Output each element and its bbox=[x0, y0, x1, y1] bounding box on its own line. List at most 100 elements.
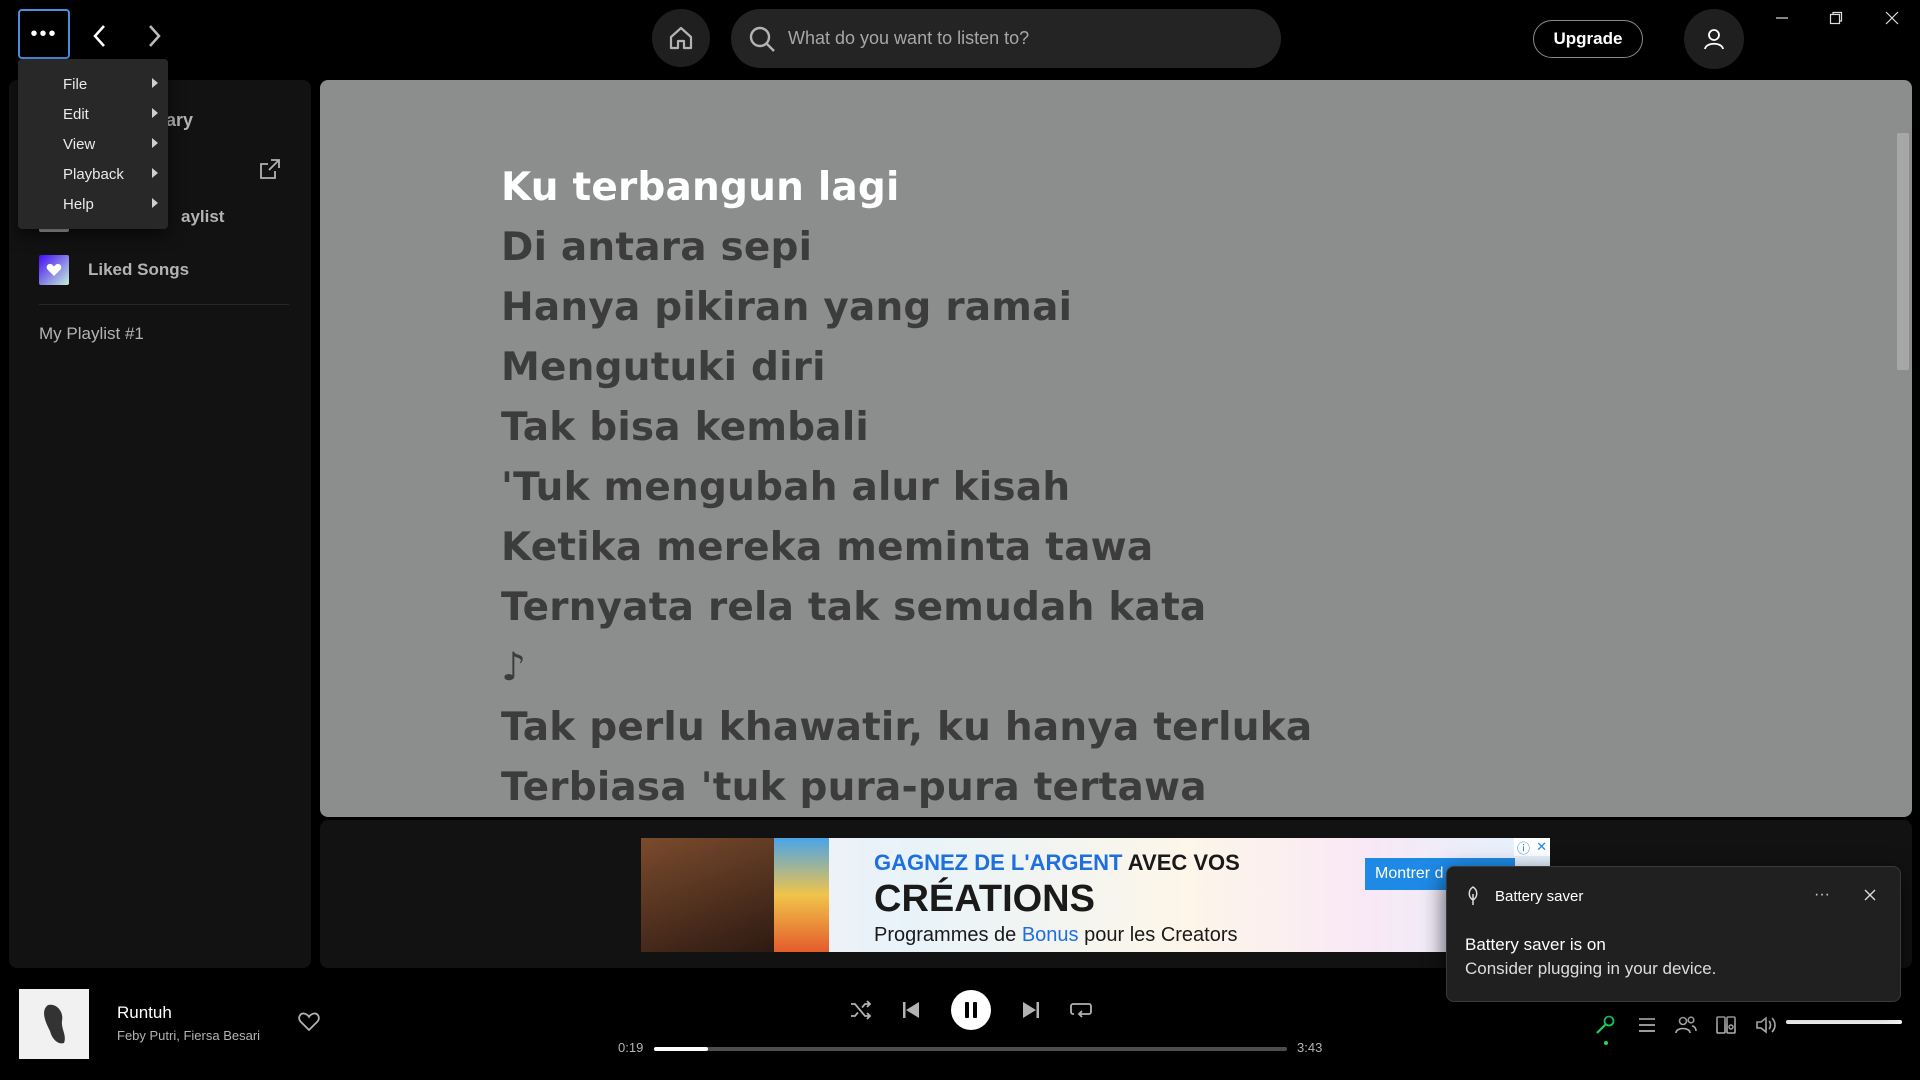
lyric-line[interactable]: Di antara sepi bbox=[501, 225, 812, 270]
ad-subtitle-highlight: Bonus bbox=[1021, 924, 1079, 946]
info-icon[interactable]: ⓘ bbox=[1517, 838, 1530, 857]
close-window-button[interactable] bbox=[1874, 6, 1910, 30]
lyrics-button[interactable] bbox=[1592, 1012, 1618, 1038]
volume-slider[interactable] bbox=[1786, 1020, 1902, 1024]
next-button[interactable] bbox=[1018, 997, 1044, 1023]
device-icon bbox=[1716, 1016, 1736, 1034]
people-icon bbox=[1675, 1016, 1697, 1034]
lyrics-scrollbar[interactable] bbox=[1897, 133, 1909, 370]
lyric-line[interactable]: Ku terbangun lagi bbox=[501, 165, 900, 210]
chevron-left-icon bbox=[93, 25, 105, 47]
heart-icon bbox=[39, 255, 69, 285]
search-bar[interactable] bbox=[731, 9, 1281, 68]
forward-button[interactable] bbox=[140, 22, 168, 50]
submenu-arrow-icon bbox=[152, 168, 158, 178]
battery-leaf-icon bbox=[1468, 886, 1478, 905]
shuffle-icon bbox=[851, 1000, 872, 1020]
lyrics-panel: Ku terbangun lagi Di antara sepi Hanya p… bbox=[320, 80, 1912, 817]
mute-button[interactable] bbox=[1753, 1012, 1779, 1038]
back-button[interactable] bbox=[86, 22, 114, 50]
active-indicator bbox=[1604, 1041, 1608, 1045]
menu-item-label: Edit bbox=[63, 105, 89, 123]
lyric-line[interactable]: Terbiasa 'tuk pura-pura tertawa bbox=[501, 765, 1207, 810]
duration-time: 3:43 bbox=[1297, 1040, 1323, 1055]
volume-icon bbox=[1756, 1016, 1776, 1034]
home-icon bbox=[669, 26, 693, 50]
sidebar-item-my-playlist-1[interactable]: My Playlist #1 bbox=[39, 324, 144, 344]
battery-saver-notification[interactable]: Battery saver ··· Battery saver is on Co… bbox=[1446, 866, 1901, 1002]
heart-outline-icon bbox=[298, 1012, 320, 1032]
advertisement-banner[interactable]: GAGNEZ DE L'ARGENT AVEC VOS CRÉATIONS Pr… bbox=[641, 838, 1550, 952]
ad-subtitle-a: Programmes de bbox=[874, 924, 1022, 946]
search-icon bbox=[746, 23, 778, 55]
lyric-line[interactable]: 'Tuk mengubah alur kisah bbox=[501, 465, 1070, 510]
close-icon bbox=[1885, 11, 1899, 25]
minimize-button[interactable] bbox=[1764, 6, 1800, 30]
create-playlist-label: aylist bbox=[181, 207, 225, 226]
queue-button[interactable] bbox=[1634, 1012, 1660, 1038]
menu-item-label: Playback bbox=[63, 165, 124, 183]
elapsed-time: 0:19 bbox=[618, 1040, 644, 1055]
close-icon[interactable]: ✕ bbox=[1536, 839, 1547, 855]
track-artist[interactable]: Feby Putri, Fiersa Besari bbox=[117, 1028, 260, 1043]
ad-subtitle-b: pour les Creators bbox=[1078, 924, 1238, 946]
like-button[interactable] bbox=[298, 1012, 322, 1036]
friend-activity-button[interactable] bbox=[1673, 1012, 1699, 1038]
liked-songs-label: Liked Songs bbox=[88, 260, 190, 279]
lyric-line[interactable]: Ternyata rela tak semudah kata bbox=[501, 585, 1206, 630]
album-art-icon bbox=[44, 1004, 65, 1044]
sidebar-divider bbox=[39, 304, 289, 305]
upgrade-button[interactable]: Upgrade bbox=[1533, 20, 1643, 58]
user-icon bbox=[1704, 29, 1724, 50]
ad-image-illustration bbox=[774, 838, 829, 952]
progress-bar[interactable] bbox=[654, 1047, 1287, 1051]
ad-title: CRÉATIONS bbox=[874, 878, 1095, 920]
previous-button[interactable] bbox=[898, 997, 924, 1023]
pause-button[interactable] bbox=[951, 990, 991, 1030]
ad-subtitle: Programmes de Bonus pour les Creators bbox=[874, 924, 1238, 947]
connect-device-button[interactable] bbox=[1713, 1012, 1739, 1038]
album-cover[interactable] bbox=[19, 989, 89, 1059]
lyric-line[interactable]: Hanya pikiran yang ramai bbox=[501, 285, 1072, 330]
restore-icon bbox=[1829, 11, 1843, 25]
notification-body: Consider plugging in your device. bbox=[1465, 959, 1717, 978]
menu-item-help[interactable]: Help bbox=[18, 189, 168, 219]
ad-choices[interactable]: ⓘ ✕ bbox=[1514, 838, 1550, 856]
menu-item-view[interactable]: View bbox=[18, 129, 168, 159]
open-external-button[interactable] bbox=[259, 158, 283, 182]
top-bar: ••• Upgrade bbox=[0, 0, 1920, 78]
menu-item-label: View bbox=[63, 135, 96, 153]
profile-button[interactable] bbox=[1684, 9, 1744, 69]
chevron-right-icon bbox=[149, 25, 161, 47]
external-link-icon bbox=[260, 159, 280, 179]
main-menu-button[interactable]: ••• bbox=[18, 9, 70, 59]
library-label[interactable]: ary bbox=[166, 110, 193, 131]
lyric-line[interactable]: Mengutuki diri bbox=[501, 345, 826, 390]
volume-fill bbox=[1786, 1020, 1902, 1024]
repeat-icon bbox=[1070, 1003, 1092, 1018]
lyric-line[interactable]: Tak perlu khawatir, ku hanya terluka bbox=[501, 705, 1312, 750]
search-input[interactable] bbox=[788, 28, 1248, 49]
notification-more-button[interactable]: ··· bbox=[1807, 883, 1837, 907]
restore-button[interactable] bbox=[1818, 6, 1854, 30]
lyric-line[interactable]: Ketika mereka meminta tawa bbox=[501, 525, 1153, 570]
pause-icon bbox=[965, 1002, 977, 1018]
notification-close-button[interactable] bbox=[1855, 883, 1885, 907]
submenu-arrow-icon bbox=[152, 108, 158, 118]
submenu-arrow-icon bbox=[152, 138, 158, 148]
microphone-icon bbox=[1596, 1015, 1615, 1034]
shuffle-button[interactable] bbox=[848, 997, 874, 1023]
liked-songs-item[interactable]: Liked Songs bbox=[39, 255, 189, 285]
menu-item-edit[interactable]: Edit bbox=[18, 99, 168, 129]
lyric-line[interactable]: ♪ bbox=[501, 645, 526, 690]
menu-item-playback[interactable]: Playback bbox=[18, 159, 168, 189]
track-title[interactable]: Runtuh bbox=[117, 1003, 172, 1023]
lyric-line[interactable]: Tak bisa kembali bbox=[501, 405, 869, 450]
ad-headline: GAGNEZ DE L'ARGENT AVEC VOS bbox=[874, 850, 1240, 876]
repeat-button[interactable] bbox=[1068, 997, 1094, 1023]
queue-icon bbox=[1639, 1018, 1655, 1032]
home-button[interactable] bbox=[652, 9, 710, 67]
skip-back-icon bbox=[903, 1002, 919, 1018]
menu-item-file[interactable]: File bbox=[18, 69, 168, 99]
notification-title: Battery saver is on bbox=[1465, 935, 1606, 954]
